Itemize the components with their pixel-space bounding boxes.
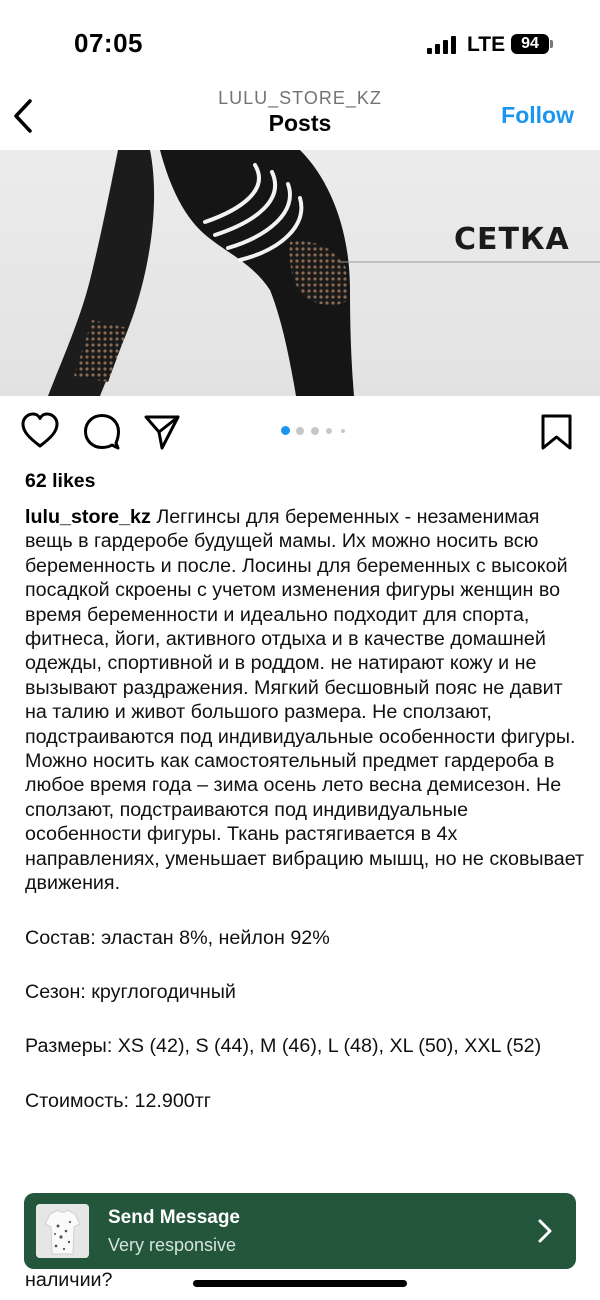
post-image[interactable]: СЕТКА xyxy=(0,150,600,396)
chevron-right-icon xyxy=(538,1219,552,1243)
banner-arrow xyxy=(534,1217,556,1245)
comment-icon xyxy=(84,414,120,450)
signal-icon xyxy=(427,36,459,54)
caption-price: Стоимость: 12.900тг xyxy=(25,1089,211,1112)
carousel-dot xyxy=(326,428,332,434)
bookmark-icon xyxy=(541,414,572,450)
tshirt-thumbnail-icon xyxy=(36,1204,89,1258)
carousel-dot xyxy=(296,427,304,435)
caption-season: Сезон: круглогодичный xyxy=(25,980,236,1003)
battery-cap xyxy=(550,40,553,48)
heart-icon xyxy=(21,412,59,448)
save-button[interactable] xyxy=(538,410,578,454)
posts-header: LULU_STORE_KZ Posts Follow xyxy=(0,88,600,150)
caption-continued: наличии? xyxy=(25,1269,113,1291)
image-overlay-text: СЕТКА xyxy=(454,222,570,257)
network-label: LTE xyxy=(467,33,506,56)
follow-button[interactable]: Follow xyxy=(501,102,574,129)
like-button[interactable] xyxy=(20,410,60,454)
status-time: 07:05 xyxy=(74,28,143,58)
carousel-dot xyxy=(311,427,319,435)
likes-count[interactable]: 62 likes xyxy=(25,470,95,493)
send-message-banner[interactable]: Send Message Very responsive xyxy=(24,1193,576,1269)
caption-username[interactable]: lulu_store_kz xyxy=(25,506,151,528)
product-thumbnail xyxy=(36,1204,89,1258)
status-bar: 07:05 LTE 94 xyxy=(0,0,600,88)
leggings-photo xyxy=(48,150,600,396)
caption-paragraph: lulu_store_kz Леггинсы для беременных - … xyxy=(25,505,585,896)
carousel-dot-active xyxy=(281,426,290,435)
caption-text: Леггинсы для беременных - незаменимая ве… xyxy=(25,506,585,895)
share-icon xyxy=(144,415,180,450)
banner-title: Send Message xyxy=(108,1207,240,1228)
home-indicator[interactable] xyxy=(193,1280,407,1287)
caption-sizes: Размеры: XS (42), S (44), M (46), L (48)… xyxy=(25,1035,542,1058)
comment-button[interactable] xyxy=(82,410,122,454)
caption-composition: Состав: эластан 8%, нейлон 92% xyxy=(25,926,330,949)
carousel-dot xyxy=(341,429,345,433)
share-button[interactable] xyxy=(142,410,182,454)
banner-subtitle: Very responsive xyxy=(108,1235,237,1255)
post-caption: lulu_store_kz Леггинсы для беременных - … xyxy=(25,505,585,1113)
battery-icon: 94 xyxy=(511,34,549,54)
post-actions xyxy=(0,410,600,456)
